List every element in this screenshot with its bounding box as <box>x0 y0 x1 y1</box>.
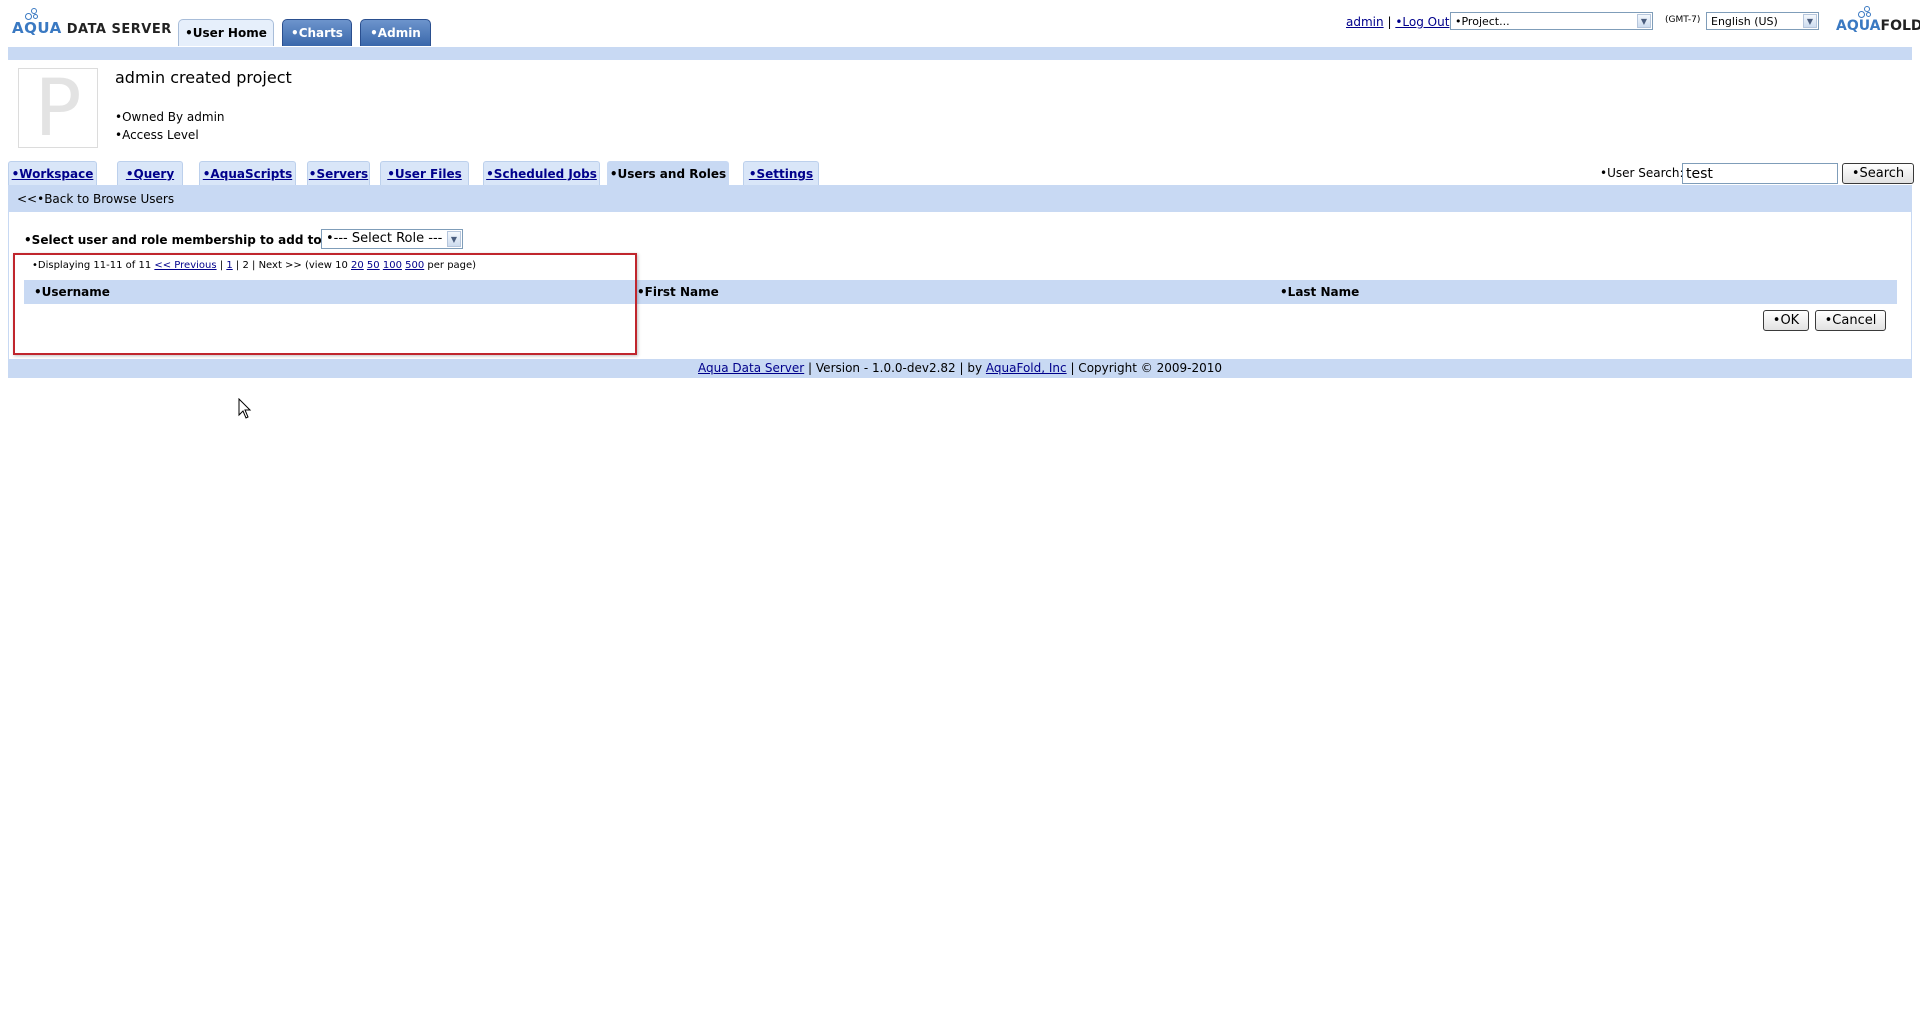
timezone-label: (GMT-7) <box>1665 15 1701 25</box>
project-owner: •Owned By admin <box>115 110 225 124</box>
tab-users-and-roles[interactable]: •Users and Roles <box>607 161 729 185</box>
logo-text-aqua: AQUA <box>1836 18 1881 34</box>
nav-tab-admin[interactable]: •Admin <box>360 19 431 46</box>
chevron-down-icon: ▼ <box>447 231 461 247</box>
logo-text-data-server: DATA SERVER <box>61 22 172 37</box>
highlight-annotation-box <box>13 253 637 355</box>
header: AQUA DATA SERVER •User Home •Charts •Adm… <box>0 0 1920 47</box>
role-select-value: •--- Select Role --- <box>326 231 443 246</box>
logo-wordmark: AQUA DATA SERVER <box>12 19 172 37</box>
aquafold-logo[interactable]: AQUAFOLD <box>1836 6 1920 38</box>
tab-servers-label[interactable]: •Servers <box>309 167 368 181</box>
nav-tab-user-home[interactable]: •User Home <box>178 19 274 46</box>
tab-query-label[interactable]: •Query <box>126 167 174 181</box>
tab-settings[interactable]: •Settings <box>743 161 819 185</box>
user-bar: admin | •Log Out | <box>1346 12 1457 32</box>
tab-settings-label[interactable]: •Settings <box>749 167 813 181</box>
project-select-value: •Project... <box>1455 15 1510 28</box>
project-avatar: P <box>18 68 98 149</box>
footer-version: | Version - 1.0.0-dev2.82 | by <box>808 361 983 375</box>
language-select-value: English (US) <box>1711 15 1778 28</box>
logo-text-fold: FOLD <box>1880 18 1920 34</box>
column-header-last-name[interactable]: •Last Name <box>1280 280 1359 304</box>
mouse-cursor-icon <box>238 398 252 419</box>
tab-servers[interactable]: •Servers <box>307 161 370 185</box>
tab-user-files[interactable]: •User Files <box>380 161 469 185</box>
project-access-level: •Access Level <box>115 128 199 142</box>
tab-query[interactable]: •Query <box>117 161 183 185</box>
tab-workspace[interactable]: •Workspace <box>8 161 97 185</box>
footer-product-link[interactable]: Aqua Data Server <box>698 361 804 375</box>
tab-scheduled-jobs-label[interactable]: •Scheduled Jobs <box>486 167 597 181</box>
tab-user-files-label[interactable]: •User Files <box>387 167 462 181</box>
role-select[interactable]: •--- Select Role --- ▼ <box>321 229 463 249</box>
user-link[interactable]: admin <box>1346 15 1384 29</box>
cancel-button[interactable]: •Cancel <box>1815 310 1886 331</box>
footer-copyright: | Copyright © 2009-2010 <box>1070 361 1222 375</box>
project-title: admin created project <box>115 68 292 87</box>
separator: | <box>1387 15 1392 29</box>
user-search-label: •User Search: <box>1600 166 1684 180</box>
chevron-down-icon: ▼ <box>1803 14 1817 28</box>
column-header-first-name[interactable]: •First Name <box>637 280 719 304</box>
language-select[interactable]: English (US) ▼ <box>1706 12 1819 30</box>
search-button[interactable]: •Search <box>1842 163 1914 184</box>
bubbles-icon <box>1858 6 1874 18</box>
tab-users-and-roles-label: •Users and Roles <box>609 167 727 181</box>
tab-scheduled-jobs[interactable]: •Scheduled Jobs <box>483 161 600 185</box>
ok-button[interactable]: •OK <box>1763 310 1809 331</box>
logo-text-aqua: AQUA <box>12 19 62 37</box>
footer-company-link[interactable]: AquaFold, Inc <box>986 361 1067 375</box>
chevron-down-icon: ▼ <box>1637 14 1651 28</box>
tab-aquascripts[interactable]: •AquaScripts <box>199 161 296 185</box>
nav-tab-charts[interactable]: •Charts <box>282 19 352 46</box>
tab-workspace-label[interactable]: •Workspace <box>12 167 94 181</box>
back-to-browse-users-link[interactable]: <<•Back to Browse Users <box>17 192 174 206</box>
logo-wordmark: AQUAFOLD <box>1836 18 1920 34</box>
footer: Aqua Data Server | Version - 1.0.0-dev2.… <box>8 359 1912 378</box>
tab-aquascripts-label[interactable]: •AquaScripts <box>203 167 292 181</box>
user-search-input[interactable] <box>1682 163 1838 184</box>
header-divider-strip <box>8 47 1912 60</box>
project-select[interactable]: •Project... ▼ <box>1450 12 1653 30</box>
content-header-bar <box>8 185 1912 212</box>
logout-link[interactable]: •Log Out <box>1395 15 1449 29</box>
